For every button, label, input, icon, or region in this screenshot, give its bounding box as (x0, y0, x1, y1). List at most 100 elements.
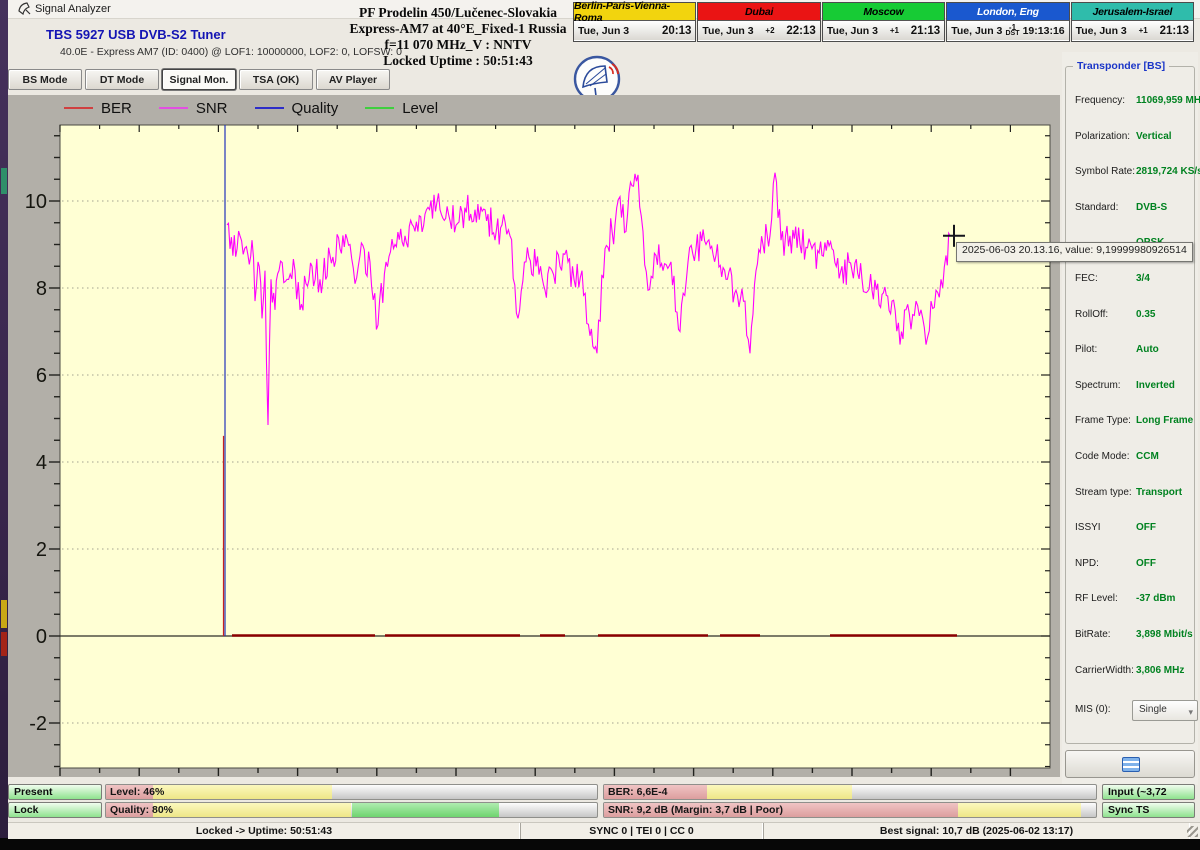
transponder-row-label: RF Level: (1075, 593, 1118, 604)
transponder-row: Polarization:Vertical (1066, 131, 1194, 145)
clock-jerusalem-israel: Jerusalem-Israel Tue, Jun 3 +1 21:13 (1071, 2, 1194, 42)
transponder-row-label: CarrierWidth: (1075, 665, 1134, 676)
panel-action-button[interactable] (1065, 750, 1195, 778)
site-header-line: Express-AM7 at 40°E_Fixed-1 Russia (338, 21, 578, 37)
desktop-icon-fragment (1, 600, 7, 628)
desktop-icon-fragment (1, 168, 7, 194)
desktop-background-strip (0, 0, 8, 850)
transponder-row-label: Standard: (1075, 202, 1118, 213)
clock-time-value: 21:13 (911, 25, 940, 37)
statusbar-uptime: Locked -> Uptime: 50:51:43 (8, 823, 521, 839)
world-clocks: Berlin-Paris-Vienna-RomaTue, Jun 320:13D… (573, 2, 1195, 42)
transponder-row-value: DVB-S (1136, 202, 1167, 213)
transponder-groupbox: Transponder [BS] MIS (0): Single ▾ Frequ… (1065, 66, 1195, 744)
transponder-row-label: Code Mode: (1075, 451, 1129, 462)
clock-time-value: 19:13:16 (1023, 25, 1065, 37)
signal-chart-widget: BERSNRQualityLevel -20246810 (8, 95, 1060, 777)
input-rate-indicator: Input (~3,72 Mbps) (1102, 784, 1195, 800)
mode-tabs: BS ModeDT ModeSignal Mon.TSA (OK)AV Play… (8, 69, 393, 91)
transponder-row-label: BitRate: (1075, 629, 1111, 640)
resize-grip[interactable] (1187, 826, 1198, 837)
tab-tsa-ok-[interactable]: TSA (OK) (239, 69, 313, 90)
clock-city-label: Jerusalem-Israel (1072, 3, 1193, 21)
y-axis-label: 4 (36, 452, 47, 474)
clock-date: Tue, Jun 3 (1076, 25, 1127, 37)
transponder-panel: Transponder [BS] MIS (0): Single ▾ Frequ… (1062, 52, 1198, 785)
level-meter: Level: 46% (105, 784, 598, 800)
statusbar-sync: SYNC 0 | TEI 0 | CC 0 (520, 823, 764, 839)
mis-value: Single (1139, 704, 1167, 715)
tab-dt-mode[interactable]: DT Mode (85, 69, 159, 90)
statusbar: Locked -> Uptime: 50:51:43 SYNC 0 | TEI … (8, 822, 1200, 839)
ber-meter-segment (707, 785, 852, 799)
plot-area (60, 125, 1050, 768)
statusbar-best-signal: Best signal: 10,7 dB (2025-06-02 13:17) (763, 823, 1190, 839)
transponder-row-value: 3,806 MHz (1136, 665, 1184, 676)
transponder-row-value: 3/4 (1136, 273, 1150, 284)
site-header-line: f=11 070 MHz_V : NNTV (338, 37, 578, 53)
transponder-row-label: FEC: (1075, 273, 1098, 284)
transponder-row-value: Transport (1136, 487, 1182, 498)
clock-time-value: 22:13 (786, 25, 815, 37)
clock-utc-offset: +1 (1139, 28, 1148, 34)
clock-time-value: 20:13 (662, 25, 691, 37)
chart-tooltip: 2025-06-03 20.13.16, value: 9,1999998092… (956, 242, 1193, 262)
transponder-row: RF Level:-37 dBm (1066, 593, 1194, 607)
tuner-title: TBS 5927 USB DVB-S2 Tuner (46, 27, 226, 42)
y-axis-label: 8 (36, 278, 47, 300)
clock-city-label: London, Eng (947, 3, 1068, 21)
clock-offset-value: +1 (890, 28, 899, 34)
transponder-row-value: OFF (1136, 558, 1156, 569)
level-meter-label: Level: 46% (110, 786, 164, 798)
mis-row: MIS (0): Single ▾ (1066, 704, 1194, 718)
clock-time-value: 21:13 (1160, 25, 1189, 37)
lock-indicator: Lock (8, 802, 102, 818)
clock-utc-offset: -1DST (1005, 25, 1019, 37)
transponder-row-value: Long Frame (1136, 415, 1193, 426)
transponder-row: Code Mode:CCM (1066, 451, 1194, 465)
transponder-row-value: OFF (1136, 522, 1156, 533)
clock-time-row: Tue, Jun 3 +1 21:13 (823, 21, 944, 40)
transponder-row: Pilot:Auto (1066, 344, 1194, 358)
clock-offset-value: +1 (1139, 28, 1148, 34)
quality-meter-segment (153, 803, 352, 817)
transponder-row: CarrierWidth:3,806 MHz (1066, 665, 1194, 679)
y-axis-label: 0 (36, 626, 47, 648)
transponder-row-value: Inverted (1136, 380, 1175, 391)
mis-label: MIS (0): (1075, 704, 1111, 715)
clock-moscow: MoscowTue, Jun 3+121:13 (822, 2, 945, 42)
transponder-row-label: Frame Type: (1075, 415, 1131, 426)
transponder-row: RollOff:0.35 (1066, 309, 1194, 323)
mis-dropdown[interactable]: Single ▾ (1132, 700, 1198, 721)
transponder-row-label: Frequency: (1075, 95, 1125, 106)
transponder-row-value: Auto (1136, 344, 1159, 355)
clock-time-row: Tue, Jun 3 +1 21:13 (1072, 21, 1193, 40)
snr-meter-label: SNR: 9,2 dB (Margin: 3,7 dB | Poor) (608, 804, 783, 816)
clock-date: Tue, Jun 3 (578, 25, 629, 37)
transponder-row-label: Polarization: (1075, 131, 1130, 142)
transponder-row: Frequency:11069,959 MHz (1066, 95, 1194, 109)
tab-bs-mode[interactable]: BS Mode (8, 69, 82, 90)
clock-date: Tue, Jun 3 (951, 25, 1002, 37)
clock-utc-offset: +1 (890, 28, 899, 34)
transponder-row: Stream type: Transport (1066, 487, 1194, 501)
tab-signal-mon-[interactable]: Signal Mon. (162, 69, 236, 90)
tab-av-player[interactable]: AV Player (316, 69, 390, 90)
transponder-row-value: 11069,959 MHz (1136, 95, 1200, 106)
transponder-row: Standard: DVB-S (1066, 202, 1194, 216)
clock-dubai: DubaiTue, Jun 3+222:13 (697, 2, 820, 42)
sync-ts-indicator: Sync TS (1102, 802, 1195, 818)
clock-utc-offset: +2 (765, 28, 774, 34)
site-header-line: Locked Uptime : 50:51:43 (338, 53, 578, 69)
transponder-row-label: Stream type: (1075, 487, 1132, 498)
signal-chart-svg[interactable]: -20246810 (8, 95, 1060, 777)
site-header-line: PF Prodelin 450/Lučenec-Slovakia (338, 5, 578, 21)
app-icon (18, 2, 31, 20)
present-indicator: Present (8, 784, 102, 800)
transponder-row: Symbol Rate:2819,724 KS/s (1066, 166, 1194, 180)
clock-date: Tue, Jun 3 (827, 25, 878, 37)
transponder-row: FEC: 3/4 (1066, 273, 1194, 287)
y-axis-label: 2 (36, 539, 47, 561)
transponder-row-label: Symbol Rate: (1075, 166, 1135, 177)
transponder-row-label: NPD: (1075, 558, 1099, 569)
